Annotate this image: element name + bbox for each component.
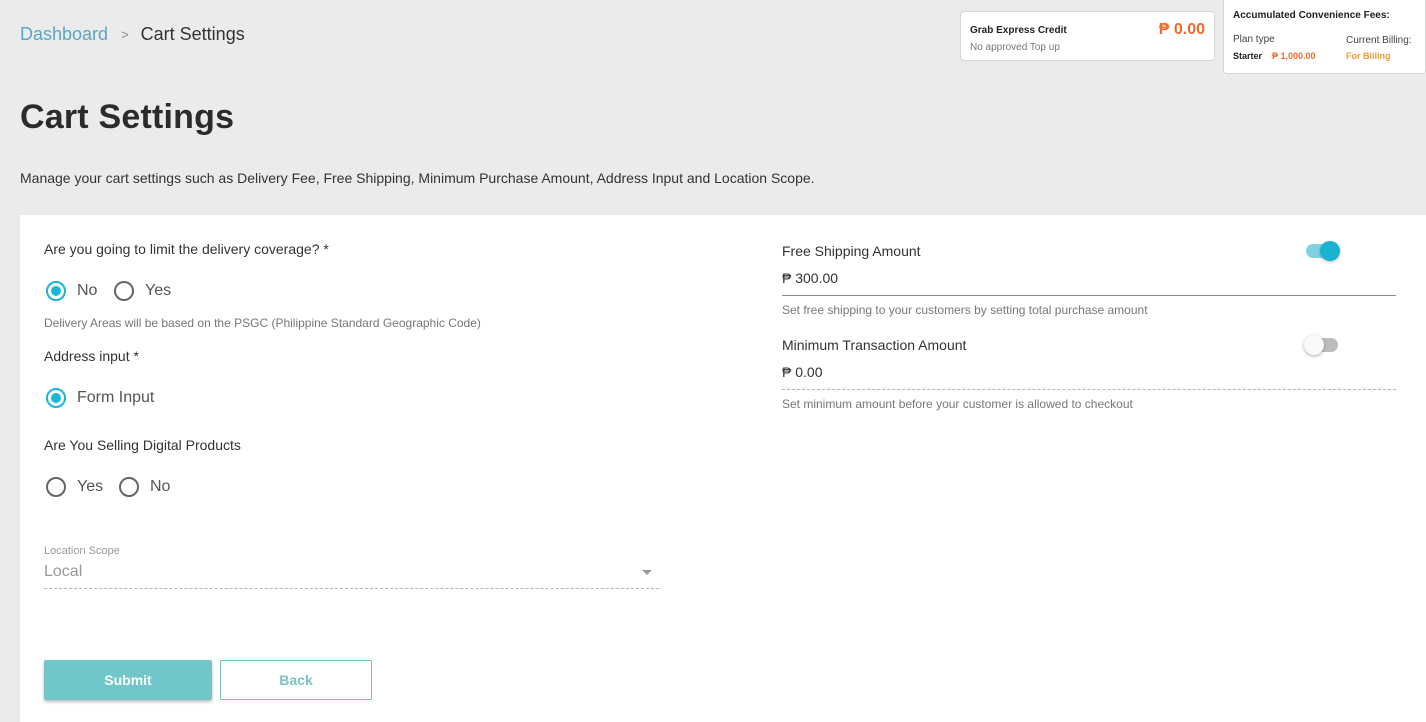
credit-title: Grab Express Credit [970,25,1067,36]
page-description: Manage your cart settings such as Delive… [20,170,815,186]
min-transaction-hint: Set minimum amount before your customer … [782,397,1133,411]
page-title: Cart Settings [20,98,235,136]
free-shipping-toggle[interactable] [1304,241,1340,261]
breadcrumb-separator-icon: > [121,27,129,42]
credit-subtitle: No approved Top up [970,42,1060,53]
address-input-label: Address input * [44,348,139,364]
address-form-input-radio[interactable]: Form Input [46,388,154,408]
submit-button[interactable]: Submit [44,660,212,700]
current-billing-value: For Billing [1346,51,1391,61]
current-billing-label: Current Billing: [1346,35,1412,46]
credit-amount: ₱ 0.00 [1158,21,1205,38]
free-shipping-amount-input[interactable]: ₱ 300.00 [782,270,838,286]
coverage-yes-radio[interactable]: Yes [114,281,171,301]
back-button[interactable]: Back [220,660,372,700]
coverage-hint: Delivery Areas will be based on the PSGC… [44,316,481,330]
digital-no-radio[interactable]: No [119,477,170,497]
plan-type-label: Plan type [1233,34,1275,45]
location-scope-select[interactable]: Location Scope Local [44,543,659,589]
free-shipping-label: Free Shipping Amount [782,243,921,259]
toggle-knob [1304,335,1324,355]
min-transaction-toggle[interactable] [1304,335,1340,355]
breadcrumb-dashboard-link[interactable]: Dashboard [20,24,108,45]
convenience-fees-card: Accumulated Convenience Fees: Plan type … [1223,0,1426,74]
top-bar: Dashboard > Cart Settings Grab Express C… [0,0,1426,80]
delivery-coverage-label: Are you going to limit the delivery cove… [44,241,329,257]
coverage-no-radio[interactable]: No [46,281,97,301]
min-transaction-label: Minimum Transaction Amount [782,337,967,353]
location-scope-label: Location Scope [44,545,120,557]
chevron-down-icon [642,570,652,575]
radio-label: Yes [145,282,172,299]
select-underline [44,588,659,589]
cart-settings-form: Are you going to limit the delivery cove… [20,215,1426,722]
breadcrumb: Dashboard > Cart Settings [20,24,245,45]
free-shipping-underline [782,295,1396,296]
radio-circle-icon [46,281,66,301]
radio-circle-icon [114,281,134,301]
radio-circle-icon [46,388,66,408]
plan-amount: ₱ 1,000.00 [1272,51,1316,61]
radio-circle-icon [46,477,66,497]
min-transaction-amount-input[interactable]: ₱ 0.00 [782,364,822,380]
location-scope-value: Local [44,563,83,580]
breadcrumb-current: Cart Settings [140,24,245,44]
radio-label: Yes [77,478,104,495]
radio-circle-icon [119,477,139,497]
min-transaction-underline [782,389,1396,390]
plan-type-value: Starter [1233,51,1263,61]
radio-label: No [150,478,171,495]
digital-yes-radio[interactable]: Yes [46,477,103,497]
radio-label: No [77,282,98,299]
digital-products-label: Are You Selling Digital Products [44,437,241,453]
radio-label: Form Input [77,389,155,406]
free-shipping-hint: Set free shipping to your customers by s… [782,303,1148,317]
grab-express-credit-card: Grab Express Credit No approved Top up ₱… [960,11,1215,61]
fees-title: Accumulated Convenience Fees: [1233,10,1390,21]
toggle-knob [1320,241,1340,261]
